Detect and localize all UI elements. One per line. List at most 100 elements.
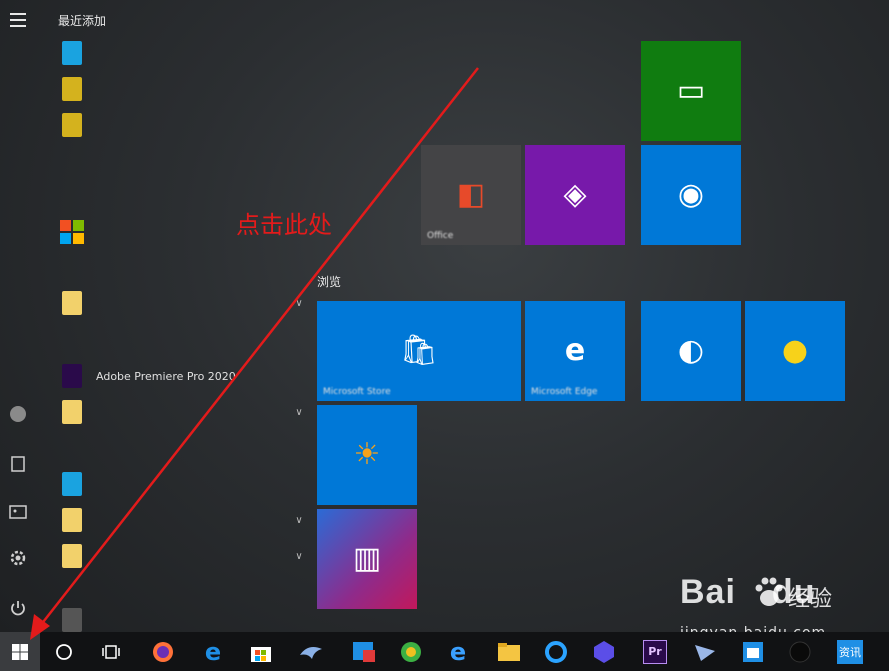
- watermark-bai: Bai: [680, 573, 736, 611]
- taskbar: e e Pr 资讯: [0, 632, 889, 671]
- media-app-icon: [353, 641, 375, 662]
- recently-added-heading: 最近添加: [58, 14, 107, 28]
- calendar-app-button[interactable]: [733, 632, 773, 671]
- premiere-button[interactable]: Pr: [635, 632, 675, 671]
- file-explorer-button[interactable]: [489, 632, 529, 671]
- xbox-tile[interactable]: ▭: [641, 41, 741, 141]
- 360-browser-icon: [401, 641, 421, 662]
- app-icon: [56, 74, 88, 104]
- app-icon-fill: [62, 364, 82, 388]
- app-icon-fill: [62, 113, 82, 137]
- chevron-down-icon[interactable]: ∨: [292, 407, 306, 418]
- browse-group-title[interactable]: 浏览: [317, 273, 341, 290]
- list-item[interactable]: [56, 110, 306, 140]
- wps-icon: [594, 640, 614, 663]
- store-icon: [251, 646, 271, 662]
- settings-icon[interactable]: [6, 546, 30, 570]
- folder-icon: [56, 541, 88, 571]
- list-item[interactable]: ∨: [56, 397, 306, 427]
- paw-icon: [755, 577, 783, 606]
- documents-icon[interactable]: [6, 452, 30, 476]
- app-icon-fill: [62, 472, 82, 496]
- store-button[interactable]: [241, 632, 281, 671]
- feishu-button[interactable]: [685, 632, 725, 671]
- app-list: 最近添加 ∨ Adobe Premiere Pro 2020 ∨ ∨ ∨: [36, 0, 304, 632]
- app-icon-fill: [62, 77, 82, 101]
- tile-label: Microsoft Edge: [531, 387, 598, 397]
- qq-tile[interactable]: ●: [745, 301, 845, 401]
- news-button[interactable]: 资讯: [830, 632, 870, 671]
- dark-app-button[interactable]: [780, 632, 820, 671]
- tile-label: Office: [427, 231, 454, 241]
- dolphin-icon: [300, 646, 322, 659]
- premiere-icon: Pr: [643, 639, 667, 664]
- app-icon: ◉: [677, 177, 705, 212]
- weather-icon: ☀: [353, 437, 381, 472]
- app-name: Adobe Premiere Pro 2020: [96, 369, 236, 383]
- watermark-cn: 经验: [788, 587, 833, 612]
- chevron-down-icon[interactable]: ∨: [292, 551, 306, 562]
- windows-logo-icon: [60, 220, 84, 244]
- list-item[interactable]: ∨: [56, 505, 306, 535]
- edge-icon: e: [204, 637, 222, 666]
- list-item[interactable]: [56, 605, 306, 635]
- 360-browser-button[interactable]: [391, 632, 431, 671]
- power-icon[interactable]: [6, 596, 30, 620]
- office-tile[interactable]: ◧ Office: [421, 145, 521, 245]
- onenote-tile[interactable]: ◈: [525, 145, 625, 245]
- app-icon: [56, 38, 88, 68]
- qq-browser-icon: [545, 640, 567, 663]
- list-item[interactable]: Adobe Premiere Pro 2020: [56, 361, 306, 391]
- calendar-icon: [743, 641, 763, 662]
- store-icon: 🛍: [399, 333, 439, 368]
- qq-browser-button[interactable]: [536, 632, 576, 671]
- user-avatar-icon[interactable]: [6, 402, 30, 426]
- dolby-tile[interactable]: ▥: [317, 509, 417, 609]
- app-icon-fill: [62, 508, 82, 532]
- app-icon-fill: [62, 544, 82, 568]
- weather-tile[interactable]: ☀: [317, 405, 417, 505]
- windows-icon: [12, 643, 28, 660]
- premiere-icon: [56, 361, 88, 391]
- qq-icon: ●: [781, 333, 809, 368]
- firefox-button[interactable]: [143, 632, 183, 671]
- microsoft-store-tile[interactable]: 🛍 Microsoft Store: [317, 301, 521, 401]
- dolby-icon: ▥: [352, 541, 382, 576]
- app-icon: [56, 110, 88, 140]
- qq-browser-icon: ◐: [677, 333, 705, 368]
- bird-icon: [695, 644, 715, 661]
- app-icon: [789, 641, 811, 662]
- ie-button[interactable]: e: [438, 632, 478, 671]
- xbox-icon: ▭: [676, 73, 706, 108]
- start-button[interactable]: [0, 632, 40, 671]
- annotation-text: 点击此处: [236, 211, 332, 239]
- app-icon-fill: [62, 400, 82, 424]
- onenote-icon: ◈: [563, 177, 587, 212]
- media-app-button[interactable]: [344, 632, 384, 671]
- app-tile[interactable]: ◉: [641, 145, 741, 245]
- list-item[interactable]: ∨: [56, 541, 306, 571]
- chevron-down-icon[interactable]: ∨: [292, 515, 306, 526]
- menu-icon[interactable]: [6, 8, 30, 32]
- wps-button[interactable]: [584, 632, 624, 671]
- list-item[interactable]: [56, 74, 306, 104]
- folder-icon: [498, 642, 520, 661]
- app-icon-fill: [62, 291, 82, 315]
- search-circle-icon: [56, 643, 72, 660]
- pictures-icon[interactable]: [6, 500, 30, 524]
- microsoft-edge-tile[interactable]: e Microsoft Edge: [525, 301, 625, 401]
- task-view-button[interactable]: [92, 632, 132, 671]
- list-item[interactable]: [56, 38, 306, 68]
- list-item[interactable]: [56, 469, 306, 499]
- list-item[interactable]: ∨: [56, 288, 306, 318]
- chevron-down-icon[interactable]: ∨: [292, 298, 306, 309]
- ie-icon: e: [449, 637, 467, 666]
- task-view-icon: [102, 644, 120, 659]
- qq-browser-tile[interactable]: ◐: [641, 301, 741, 401]
- app-icon: [56, 605, 88, 635]
- cortana-button[interactable]: [44, 632, 84, 671]
- app-icon-fill: [62, 608, 82, 632]
- app-icon: [56, 469, 88, 499]
- dolphin-app-button[interactable]: [291, 632, 331, 671]
- edge-button[interactable]: e: [193, 632, 233, 671]
